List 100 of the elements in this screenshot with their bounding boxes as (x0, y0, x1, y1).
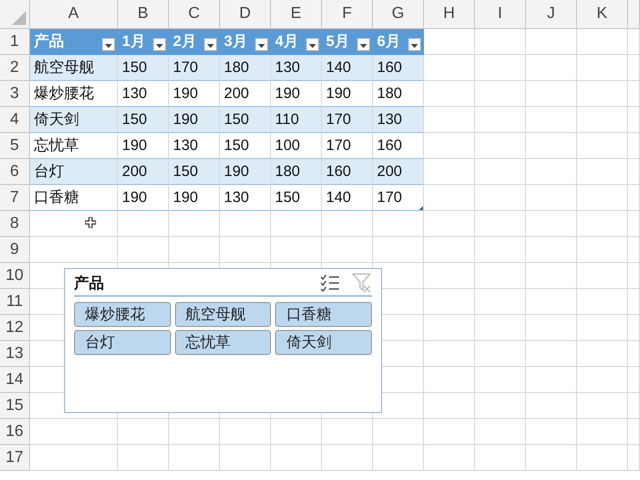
worksheet-cell[interactable] (424, 445, 475, 471)
worksheet-cell[interactable] (577, 133, 628, 159)
worksheet-cell[interactable] (628, 107, 640, 133)
worksheet-cell[interactable] (628, 445, 640, 471)
worksheet-cell[interactable] (169, 445, 220, 471)
worksheet-cell[interactable] (373, 419, 424, 445)
worksheet-cell[interactable] (526, 263, 577, 289)
worksheet-cell[interactable] (526, 393, 577, 419)
worksheet-cell[interactable] (169, 237, 220, 263)
worksheet-cell[interactable] (271, 445, 322, 471)
worksheet-cell[interactable] (424, 133, 475, 159)
worksheet-cell[interactable] (424, 237, 475, 263)
row-header[interactable]: 13 (0, 341, 30, 367)
resize-handle-icon[interactable] (419, 206, 423, 210)
column-header[interactable]: K (577, 0, 628, 29)
worksheet-cell[interactable] (424, 185, 475, 211)
worksheet-cell[interactable] (30, 445, 118, 471)
worksheet-cell[interactable] (628, 419, 640, 445)
column-header[interactable]: C (169, 0, 220, 29)
filter-button[interactable] (102, 38, 115, 51)
worksheet-cell[interactable] (424, 315, 475, 341)
worksheet-cell[interactable] (577, 263, 628, 289)
worksheet-cell[interactable] (475, 263, 526, 289)
worksheet-cell[interactable] (322, 445, 373, 471)
worksheet-cell[interactable] (577, 445, 628, 471)
worksheet-cell[interactable] (424, 341, 475, 367)
slicer-item[interactable]: 忘忧草 (174, 330, 272, 355)
worksheet-cell[interactable] (628, 133, 640, 159)
worksheet-cell[interactable] (475, 315, 526, 341)
slicer-item[interactable]: 口香糖 (275, 302, 372, 327)
clear-filter-icon[interactable] (352, 273, 372, 293)
worksheet-cell[interactable] (628, 55, 640, 81)
worksheet-cell[interactable] (577, 289, 628, 315)
filter-button[interactable] (204, 38, 217, 51)
row-header[interactable]: 5 (0, 133, 30, 159)
worksheet-cell[interactable] (220, 419, 271, 445)
row-header[interactable]: 4 (0, 107, 30, 133)
worksheet-cell[interactable] (271, 237, 322, 263)
row-header[interactable]: 2 (0, 55, 30, 81)
worksheet-cell[interactable] (577, 237, 628, 263)
worksheet-cell[interactable] (577, 341, 628, 367)
worksheet-cell[interactable] (577, 367, 628, 393)
worksheet-cell[interactable] (628, 211, 640, 237)
worksheet-cell[interactable] (424, 393, 475, 419)
worksheet-cell[interactable] (424, 55, 475, 81)
worksheet-cell[interactable] (424, 81, 475, 107)
worksheet-cell[interactable] (118, 419, 169, 445)
worksheet-cell[interactable] (628, 29, 640, 55)
column-header[interactable]: H (424, 0, 475, 29)
worksheet-cell[interactable] (526, 237, 577, 263)
column-header[interactable]: B (118, 0, 169, 29)
row-header[interactable]: 1 (0, 29, 30, 55)
column-header[interactable]: I (475, 0, 526, 29)
slicer-item[interactable]: 爆炒腰花 (74, 302, 171, 327)
worksheet-cell[interactable] (475, 393, 526, 419)
filter-button[interactable] (153, 38, 166, 51)
worksheet-cell[interactable] (373, 211, 424, 237)
row-header[interactable]: 16 (0, 419, 30, 445)
worksheet-cell[interactable] (526, 289, 577, 315)
worksheet-cell[interactable] (526, 419, 577, 445)
worksheet-cell[interactable] (628, 81, 640, 107)
worksheet-cell[interactable] (526, 107, 577, 133)
worksheet-cell[interactable] (577, 393, 628, 419)
column-header[interactable]: G (373, 0, 424, 29)
worksheet-cell[interactable] (628, 263, 640, 289)
column-header[interactable]: D (220, 0, 271, 29)
worksheet-cell[interactable] (628, 367, 640, 393)
worksheet-cell[interactable] (118, 237, 169, 263)
row-header[interactable]: 11 (0, 289, 30, 315)
worksheet-cell[interactable] (475, 55, 526, 81)
worksheet-cell[interactable] (30, 237, 118, 263)
worksheet-cell[interactable] (628, 341, 640, 367)
multi-select-icon[interactable] (320, 274, 340, 292)
worksheet-cell[interactable] (628, 315, 640, 341)
worksheet-cell[interactable] (475, 81, 526, 107)
worksheet-cell[interactable] (475, 367, 526, 393)
worksheet-cell[interactable] (526, 367, 577, 393)
worksheet-cell[interactable] (424, 367, 475, 393)
slicer-item[interactable]: 倚天剑 (275, 330, 372, 355)
worksheet-cell[interactable] (628, 393, 640, 419)
worksheet-cell[interactable] (628, 185, 640, 211)
worksheet-cell[interactable] (526, 185, 577, 211)
column-header[interactable]: F (322, 0, 373, 29)
column-header[interactable]: E (271, 0, 322, 29)
worksheet-cell[interactable] (475, 185, 526, 211)
worksheet-cell[interactable] (220, 237, 271, 263)
worksheet-cell[interactable] (118, 211, 169, 237)
worksheet-cell[interactable] (526, 211, 577, 237)
worksheet-cell[interactable] (475, 159, 526, 185)
worksheet-cell[interactable] (220, 211, 271, 237)
row-header[interactable]: 10 (0, 263, 30, 289)
column-header[interactable] (628, 0, 640, 29)
worksheet-cell[interactable] (169, 419, 220, 445)
worksheet-cell[interactable] (322, 419, 373, 445)
filter-button[interactable] (255, 38, 268, 51)
worksheet-cell[interactable] (169, 211, 220, 237)
row-header[interactable]: 14 (0, 367, 30, 393)
worksheet-cell[interactable] (628, 289, 640, 315)
worksheet-cell[interactable] (577, 107, 628, 133)
worksheet-cell[interactable] (118, 445, 169, 471)
